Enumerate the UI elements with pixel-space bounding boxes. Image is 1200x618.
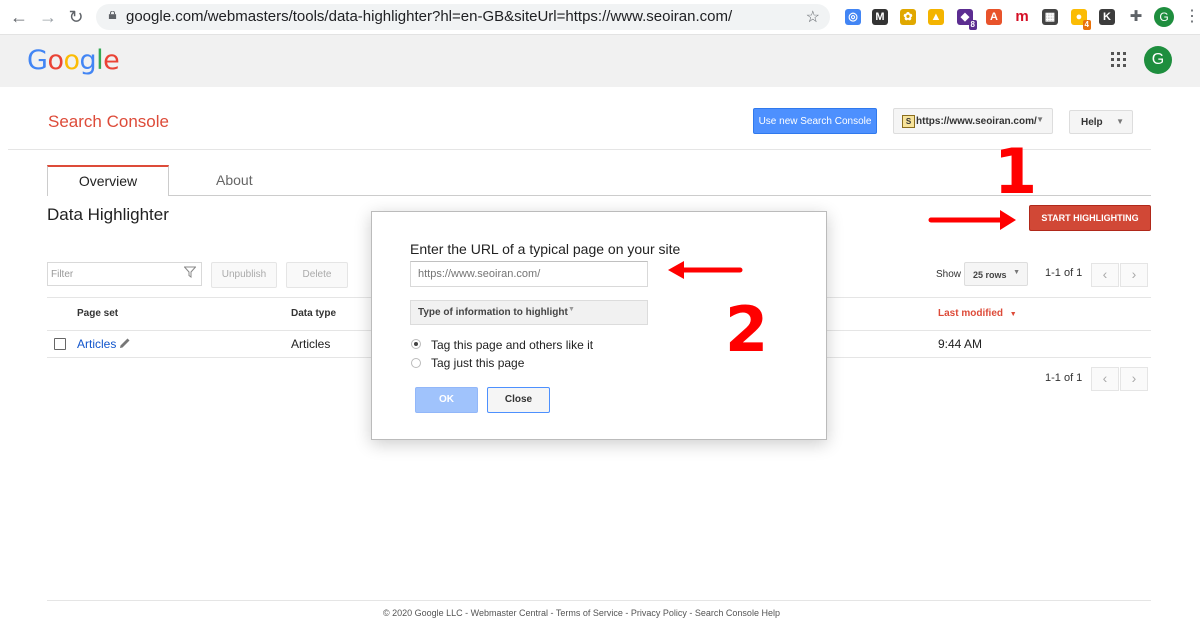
radio-tag-similar-label[interactable]: Tag this page and others like it [431, 338, 593, 352]
pencil-icon[interactable] [118, 336, 132, 350]
annotation-step-2: 2 [725, 293, 769, 366]
reload-icon[interactable]: ↻ [66, 7, 86, 27]
footer-links[interactable]: © 2020 Google LLC - Webmaster Central - … [383, 608, 780, 618]
column-header-page-set[interactable]: Page set [77, 308, 118, 319]
next-page-button-bottom[interactable]: › [1120, 367, 1148, 391]
delete-button[interactable]: Delete [286, 262, 348, 288]
rows-select-label: 25 rows [973, 270, 1007, 280]
row-checkbox[interactable] [54, 338, 66, 350]
browser-menu-icon[interactable]: ⋮ [1184, 6, 1200, 26]
ok-button[interactable]: OK [415, 387, 478, 413]
apps-grid-dot [1111, 58, 1114, 61]
next-page-button[interactable]: › [1120, 263, 1148, 287]
apps-grid-dot [1117, 64, 1120, 67]
filter-input[interactable]: Filter [47, 262, 202, 286]
apps-grid-dot [1123, 52, 1126, 55]
last-modified-label: Last modified [938, 308, 1004, 319]
back-arrow-icon[interactable]: ← [9, 7, 29, 27]
logo-letter: o [47, 45, 64, 76]
column-header-data-type[interactable]: Data type [291, 308, 336, 319]
help-button[interactable]: Help ▼ [1069, 110, 1133, 134]
site-favicon-icon: S [902, 115, 915, 128]
prev-page-button[interactable]: ‹ [1091, 263, 1119, 287]
apps-grid-dot [1111, 52, 1114, 55]
radio-tag-single[interactable] [411, 358, 421, 368]
extensions-puzzle-icon[interactable]: ✚ [1126, 7, 1146, 27]
account-avatar[interactable]: G [1144, 46, 1172, 74]
page-title: Data Highlighter [47, 205, 169, 224]
address-bar[interactable]: google.com/webmasters/tools/data-highlig… [96, 4, 830, 30]
divider [8, 149, 1151, 150]
last-modified-cell: 9:44 AM [938, 337, 983, 351]
search-console-title[interactable]: Search Console [48, 112, 169, 132]
lock-icon [108, 11, 117, 19]
ext-10-icon[interactable]: K [1099, 9, 1115, 25]
dialog-title: Enter the URL of a typical page on your … [410, 241, 681, 257]
sort-down-icon: ▼ [1009, 311, 1017, 318]
google-header: Google G [0, 35, 1200, 87]
ext-5-badge: 8 [968, 20, 977, 30]
radio-tag-similar[interactable] [411, 339, 421, 349]
radio-tag-single-label[interactable]: Tag just this page [431, 356, 524, 370]
tab-about[interactable]: About [216, 172, 253, 188]
ext-6-icon[interactable]: A [986, 9, 1002, 25]
apps-grid-dot [1117, 58, 1120, 61]
ext-1-icon[interactable]: ◎ [845, 9, 861, 25]
rows-per-page-select[interactable]: 25 rows ▼ [964, 262, 1028, 286]
apps-grid-dot [1123, 58, 1126, 61]
site-selector-label: https://www.seoiran.com/ [916, 116, 1037, 127]
unpublish-button[interactable]: Unpublish [211, 262, 277, 288]
column-header-last-modified[interactable]: Last modified ▼ [938, 308, 1017, 319]
url-text: google.com/webmasters/tools/data-highlig… [126, 8, 733, 25]
logo-letter: G [27, 45, 48, 76]
information-type-label: Type of information to highlight [418, 307, 568, 318]
logo-letter: g [79, 45, 97, 76]
browser-toolbar: ← → ↻ google.com/webmasters/tools/data-h… [0, 0, 1200, 35]
pager-count: 1-1 of 1 [1045, 267, 1083, 279]
ext-3-icon[interactable]: ✿ [900, 9, 916, 25]
ext-5-icon[interactable]: ◆ 8 [957, 9, 977, 30]
ext-8-icon[interactable]: ▦ [1042, 9, 1058, 25]
information-type-select[interactable]: Type of information to highlight ▼ [410, 300, 648, 325]
tab-overview[interactable]: Overview [47, 165, 169, 196]
page-set-link[interactable]: Articles [77, 337, 116, 351]
apps-grid-dot [1117, 52, 1120, 55]
close-button[interactable]: Close [487, 387, 550, 413]
chevron-down-icon: ▼ [568, 306, 575, 313]
chevron-down-icon: ▼ [1116, 117, 1124, 126]
apps-grid-dot [1111, 64, 1114, 67]
ext-9-badge: 4 [1082, 20, 1091, 30]
page-url-input[interactable] [410, 261, 648, 287]
chevron-down-icon: ▼ [1013, 269, 1020, 276]
bookmark-star-icon[interactable]: ☆ [806, 7, 820, 27]
ext-7-icon[interactable]: m [1014, 9, 1030, 25]
logo-letter: o [63, 45, 80, 76]
logo-letter: e [103, 45, 120, 76]
prev-page-button-bottom[interactable]: ‹ [1091, 367, 1119, 391]
ext-9-icon[interactable]: ● 4 [1071, 9, 1091, 30]
use-new-console-button[interactable]: Use new Search Console [753, 108, 877, 134]
apps-grid-dot [1123, 64, 1126, 67]
show-label: Show [936, 269, 962, 280]
annotation-step-1: 1 [994, 135, 1038, 208]
site-selector[interactable]: S https://www.seoiran.com/ ▼ [893, 108, 1053, 134]
filter-icon [184, 266, 196, 278]
data-type-cell: Articles [291, 337, 331, 351]
ext-2-icon[interactable]: M [872, 9, 888, 25]
footer-divider [47, 600, 1151, 601]
google-logo[interactable]: Google [27, 45, 120, 76]
chevron-down-icon: ▼ [1036, 115, 1044, 124]
help-button-label: Help [1081, 117, 1103, 128]
forward-arrow-icon[interactable]: → [38, 7, 58, 27]
profile-avatar[interactable]: G [1154, 7, 1174, 27]
pager-count-bottom: 1-1 of 1 [1045, 372, 1083, 384]
ext-4-icon[interactable]: ▲ [928, 9, 944, 25]
filter-placeholder: Filter [51, 269, 74, 280]
apps-grid-icon[interactable] [1111, 52, 1126, 67]
start-highlighting-button[interactable]: START HIGHLIGHTING [1029, 205, 1151, 231]
arrow-to-start-button [928, 210, 1016, 230]
